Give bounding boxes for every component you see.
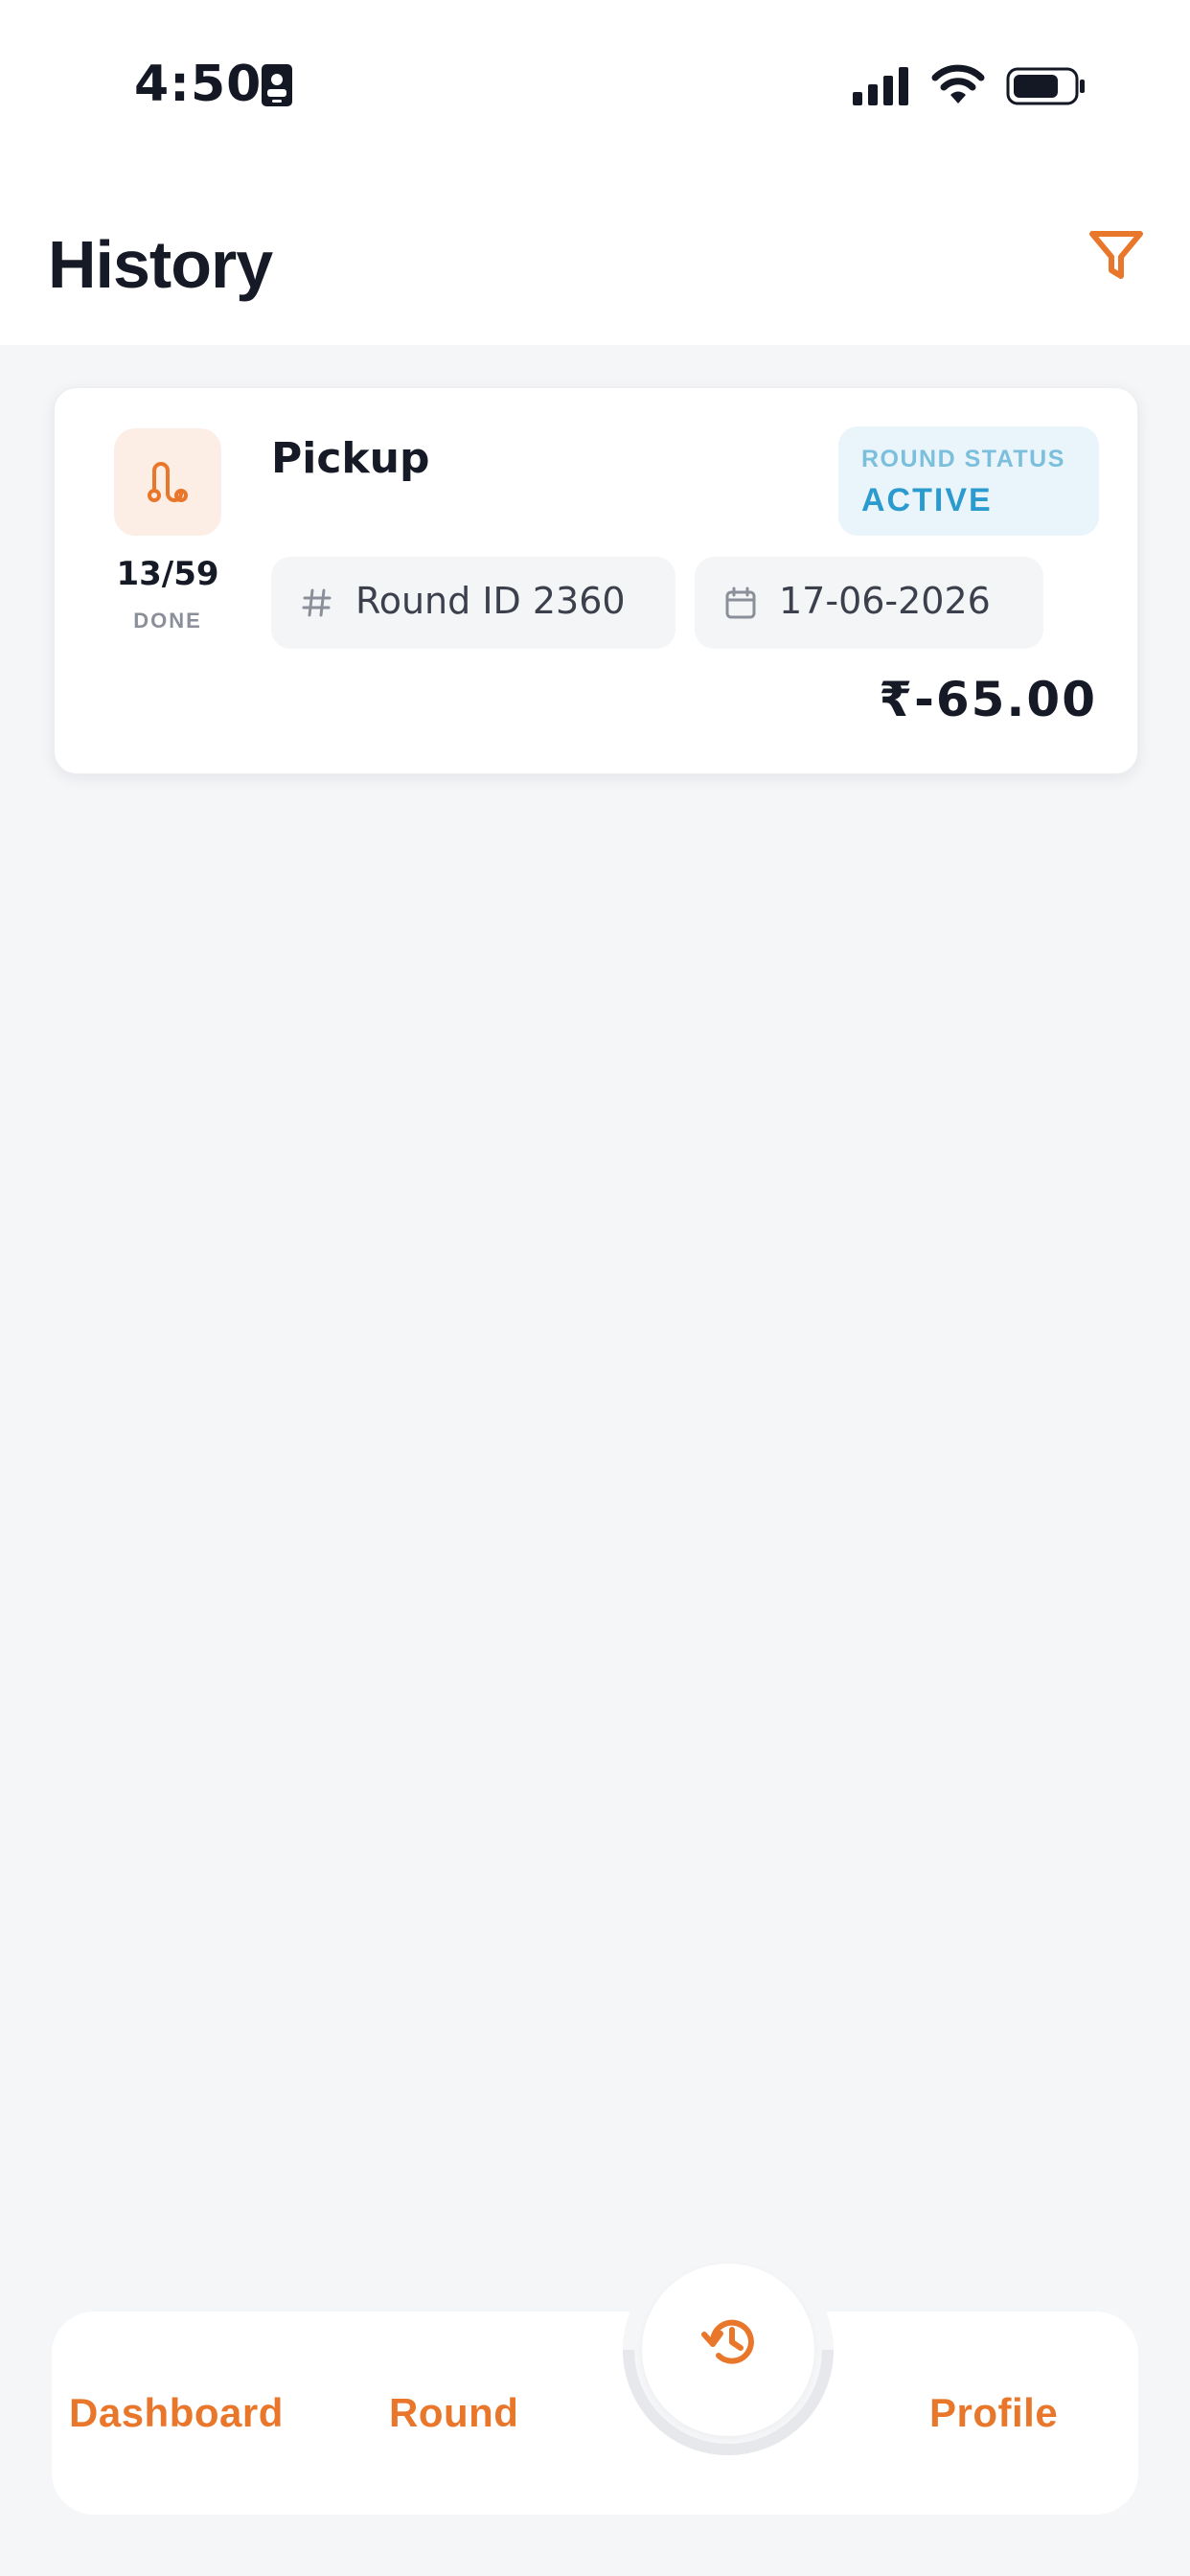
cellular-signal-icon [853, 67, 908, 105]
round-type-icon-box [114, 428, 221, 536]
round-date-chip: 17-06-2026 [695, 557, 1043, 649]
round-amount: ₹-65.00 [879, 672, 1097, 727]
hash-icon [302, 588, 332, 617]
round-status-value: ACTIVE [861, 482, 993, 518]
wifi-icon [931, 64, 985, 104]
status-bar: 4:50 [0, 0, 1190, 172]
filter-icon[interactable] [1085, 224, 1148, 288]
round-status-label: ROUND STATUS [861, 446, 1065, 472]
id-card-icon [262, 64, 292, 106]
nav-dashboard[interactable]: Dashboard [69, 2390, 284, 2436]
round-progress-label: DONE [133, 609, 202, 632]
round-id: Round ID 2360 [355, 580, 626, 622]
header: History [0, 172, 1190, 345]
nav-round[interactable]: Round [389, 2390, 518, 2436]
page-title: History [48, 227, 273, 302]
history-icon [701, 2319, 754, 2364]
calendar-icon [725, 586, 756, 619]
round-status-badge: ROUND STATUS ACTIVE [838, 426, 1099, 536]
battery-icon [1006, 67, 1085, 105]
round-date: 17-06-2026 [779, 580, 991, 622]
nav-profile[interactable]: Profile [929, 2390, 1058, 2436]
round-id-chip: Round ID 2360 [271, 557, 675, 649]
route-icon [148, 462, 188, 502]
round-type: Pickup [271, 434, 430, 483]
status-time: 4:50 [134, 56, 263, 113]
history-nav-button[interactable] [642, 2264, 814, 2436]
history-card[interactable]: 13/59 DONE Pickup ROUND STATUS ACTIVE Ro… [54, 387, 1138, 774]
round-progress: 13/59 [116, 555, 219, 593]
